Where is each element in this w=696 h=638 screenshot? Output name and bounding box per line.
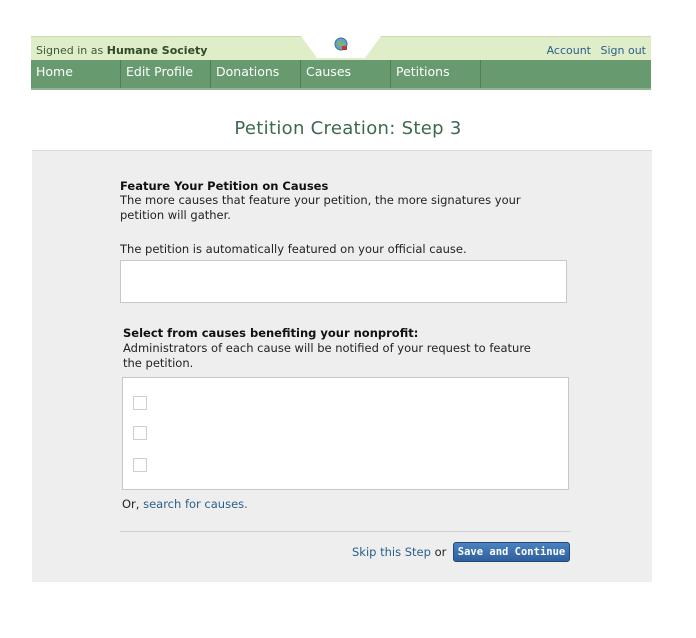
account-links: Account Sign out [541, 44, 646, 57]
save-continue-button[interactable]: Save and Continue [453, 542, 570, 562]
globe-icon [334, 37, 348, 51]
or-text: or [434, 545, 447, 559]
sign-out-link[interactable]: Sign out [600, 44, 646, 57]
feature-description: The more causes that feature your petiti… [120, 193, 521, 222]
select-description: Administrators of each cause will be not… [123, 341, 531, 370]
feature-heading: Feature Your Petition on Causes [120, 179, 329, 193]
cause-checkbox[interactable] [133, 458, 147, 472]
content-panel: Feature Your Petition on Causes The more… [32, 150, 652, 582]
nav-causes[interactable]: Causes [301, 60, 391, 88]
nav-petitions[interactable]: Petitions [391, 60, 481, 88]
search-causes-link[interactable]: search for causes. [143, 497, 248, 511]
skip-step-link[interactable]: Skip this Step [352, 545, 431, 559]
main-nav: Home Edit Profile Donations Causes Petit… [31, 60, 651, 90]
causes-list [122, 377, 569, 490]
select-heading: Select from causes benefiting your nonpr… [123, 326, 419, 340]
signed-in-text: Signed in as Humane Society [36, 44, 207, 57]
nav-home[interactable]: Home [31, 60, 121, 88]
cause-checkbox[interactable] [133, 426, 147, 440]
org-name: Humane Society [106, 44, 208, 57]
account-link[interactable]: Account [547, 44, 591, 57]
official-cause-box [120, 260, 567, 303]
logo-tab [301, 36, 381, 58]
skip-line: Skip this Step or [352, 545, 446, 559]
nav-donations[interactable]: Donations [211, 60, 301, 88]
signed-in-prefix: Signed in as [36, 44, 104, 57]
page-title: Petition Creation: Step 3 [234, 118, 462, 139]
divider [120, 531, 571, 532]
search-causes-line: Or, search for causes. [122, 497, 248, 511]
cause-checkbox[interactable] [133, 396, 147, 410]
account-bar: Signed in as Humane Society Account Sign… [31, 36, 651, 60]
search-prefix: Or, [122, 497, 140, 511]
nav-edit-profile[interactable]: Edit Profile [121, 60, 211, 88]
auto-feature-note: The petition is automatically featured o… [120, 242, 467, 256]
